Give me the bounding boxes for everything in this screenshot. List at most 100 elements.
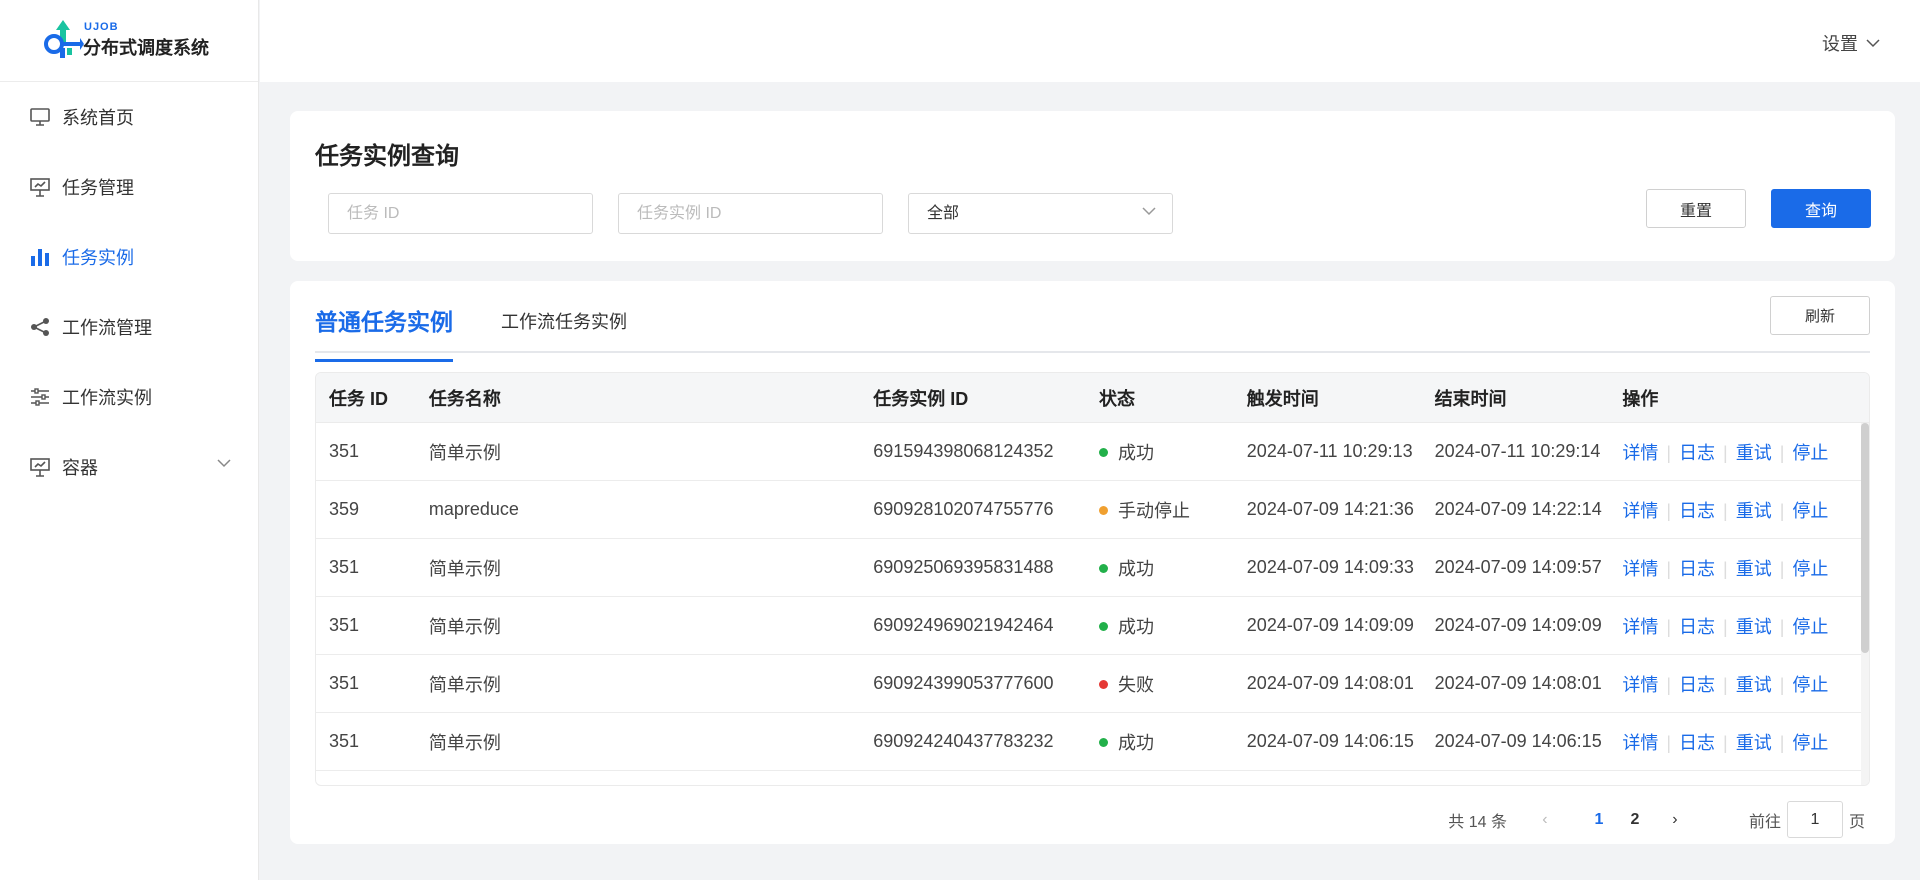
page-number[interactable]: 2 xyxy=(1617,811,1653,829)
prev-page-icon[interactable]: ‹ xyxy=(1535,811,1555,829)
table-row: 351 简单示例 690924399053777600 失败 2024-07-09 14… xyxy=(316,655,1869,713)
sidebar-item-task-management[interactable]: 任务管理 xyxy=(0,152,259,222)
presentation-board-icon xyxy=(29,176,51,198)
status-dot xyxy=(1098,680,1108,690)
divider: | xyxy=(1779,732,1785,753)
share-icon xyxy=(29,316,51,338)
divider: | xyxy=(1723,674,1728,695)
task-instance-id-input[interactable] xyxy=(618,193,883,234)
chevron-down-icon[interactable] xyxy=(217,459,231,468)
cell-instance-id: 690928102074755776 xyxy=(873,499,1054,519)
column-header: 任务 ID xyxy=(329,388,389,409)
stop-link[interactable]: 停止 xyxy=(1792,675,1828,695)
status-text: 成功 xyxy=(1117,442,1154,463)
sidebar-item-label: 任务实例 xyxy=(62,248,134,268)
sidebar-item-label: 任务管理 xyxy=(62,178,134,198)
table-row: 351 简单示例 690925069395831488 成功 2024-07-09 14… xyxy=(316,539,1869,597)
log-link[interactable]: 日志 xyxy=(1679,733,1715,753)
divider: | xyxy=(1723,732,1728,753)
divider: | xyxy=(1666,616,1672,637)
table-row: 351 简单示例 691594398068124352 成功 2024-07-11 10… xyxy=(316,423,1869,481)
cell-task-name: 简单示例 xyxy=(428,732,501,753)
retry-link[interactable]: 重试 xyxy=(1736,617,1772,637)
instances-table: 任务 ID 任务名称 任务实例 ID 状态 触发时间 结束时间 操作 351 简单… xyxy=(315,372,1870,786)
cell-task-id: 351 xyxy=(329,673,360,693)
table-body: 351 简单示例 691594398068124352 成功 2024-07-11 10… xyxy=(316,423,1869,771)
scrollbar-thumb[interactable] xyxy=(1861,423,1869,653)
column-header: 结束时间 xyxy=(1434,388,1507,409)
detail-link[interactable]: 详情 xyxy=(1622,733,1658,753)
detail-link[interactable]: 详情 xyxy=(1622,443,1658,463)
cell-actions: 详情 | 日志 | 重试 | 停止 xyxy=(1609,439,1869,465)
task-id-input[interactable] xyxy=(328,193,593,234)
refresh-button[interactable]: 刷新 xyxy=(1770,296,1870,335)
cell-actions: 详情 | 日志 | 重试 | 停止 xyxy=(1609,497,1869,523)
next-page-icon[interactable]: › xyxy=(1665,811,1685,829)
monitor-icon xyxy=(29,106,51,128)
cell-end-time: 2024-07-09 14:08:01 xyxy=(1434,673,1602,693)
detail-link[interactable]: 详情 xyxy=(1622,559,1658,579)
cell-trigger-time: 2024-07-09 14:09:33 xyxy=(1246,557,1414,577)
log-link[interactable]: 日志 xyxy=(1679,559,1715,579)
divider: | xyxy=(1723,616,1728,637)
tab-bar: 普通任务实例 工作流任务实例 xyxy=(315,281,1870,362)
status-text: 成功 xyxy=(1117,732,1154,753)
page-number[interactable]: 1 xyxy=(1581,811,1617,829)
cell-status: 成功 xyxy=(1086,555,1234,581)
cell-status: 成功 xyxy=(1086,439,1234,465)
retry-link[interactable]: 重试 xyxy=(1736,443,1772,463)
divider: | xyxy=(1779,674,1785,695)
tab-workflow-task-instances[interactable]: 工作流任务实例 xyxy=(501,308,627,334)
log-link[interactable]: 日志 xyxy=(1679,501,1715,521)
sidebar-item-home[interactable]: 系统首页 xyxy=(0,82,259,152)
cell-trigger-time: 2024-07-09 14:08:01 xyxy=(1246,673,1414,693)
cell-end-time: 2024-07-09 14:06:15 xyxy=(1434,731,1602,751)
cell-task-name: 简单示例 xyxy=(428,674,501,695)
sidebar-item-workflow-instances[interactable]: 工作流实例 xyxy=(0,362,259,432)
stop-link[interactable]: 停止 xyxy=(1792,501,1828,521)
column-header: 触发时间 xyxy=(1246,388,1319,409)
pagination-total: 共 14 条 xyxy=(1448,813,1507,831)
bar-chart-icon xyxy=(29,246,51,268)
brand-top: UJOB xyxy=(84,21,119,33)
retry-link[interactable]: 重试 xyxy=(1736,675,1772,695)
goto-page-input[interactable] xyxy=(1786,801,1843,838)
stop-link[interactable]: 停止 xyxy=(1792,443,1828,463)
log-link[interactable]: 日志 xyxy=(1679,617,1715,637)
retry-link[interactable]: 重试 xyxy=(1736,733,1772,753)
sidebar-item-workflow-management[interactable]: 工作流管理 xyxy=(0,292,259,362)
cell-instance-id: 690924240437783232 xyxy=(873,731,1054,751)
cell-trigger-time: 2024-07-11 10:29:13 xyxy=(1246,441,1413,461)
stop-link[interactable]: 停止 xyxy=(1792,733,1828,753)
status-select[interactable]: 全部 xyxy=(908,193,1173,234)
query-button[interactable]: 查询 xyxy=(1771,189,1871,228)
table-scrollbar[interactable] xyxy=(1861,423,1869,785)
cell-instance-id: 690925069395831488 xyxy=(873,557,1054,577)
page-title: 任务实例查询 xyxy=(315,143,459,170)
chevron-down-icon xyxy=(1142,207,1156,216)
detail-link[interactable]: 详情 xyxy=(1622,617,1658,637)
retry-link[interactable]: 重试 xyxy=(1736,501,1772,521)
retry-link[interactable]: 重试 xyxy=(1736,559,1772,579)
detail-link[interactable]: 详情 xyxy=(1622,501,1658,521)
status-text: 成功 xyxy=(1117,558,1154,579)
logo-mark-icon xyxy=(44,20,84,58)
sidebar-item-containers[interactable]: 容器 xyxy=(0,432,259,502)
stop-link[interactable]: 停止 xyxy=(1792,617,1828,637)
stop-link[interactable]: 停止 xyxy=(1792,559,1828,579)
cell-status: 成功 xyxy=(1086,729,1234,755)
sidebar-item-task-instances[interactable]: 任务实例 xyxy=(0,222,259,292)
settings-dropdown[interactable]: 设置 xyxy=(1822,30,1880,56)
detail-link[interactable]: 详情 xyxy=(1622,675,1658,695)
status-dot xyxy=(1098,506,1108,516)
reset-button[interactable]: 重置 xyxy=(1646,189,1746,228)
cell-end-time: 2024-07-09 14:09:09 xyxy=(1434,615,1602,635)
log-link[interactable]: 日志 xyxy=(1679,443,1715,463)
log-link[interactable]: 日志 xyxy=(1679,675,1715,695)
tab-normal-task-instances[interactable]: 普通任务实例 xyxy=(315,303,453,362)
cell-end-time: 2024-07-11 10:29:14 xyxy=(1434,441,1601,461)
cell-task-name: 简单示例 xyxy=(428,558,501,579)
pagination: 共 14 条 ‹ 1 2 › 前往 页 xyxy=(1448,801,1865,838)
logo[interactable]: UJOB 分布式调度系统 xyxy=(0,0,258,82)
status-dot xyxy=(1098,448,1108,458)
